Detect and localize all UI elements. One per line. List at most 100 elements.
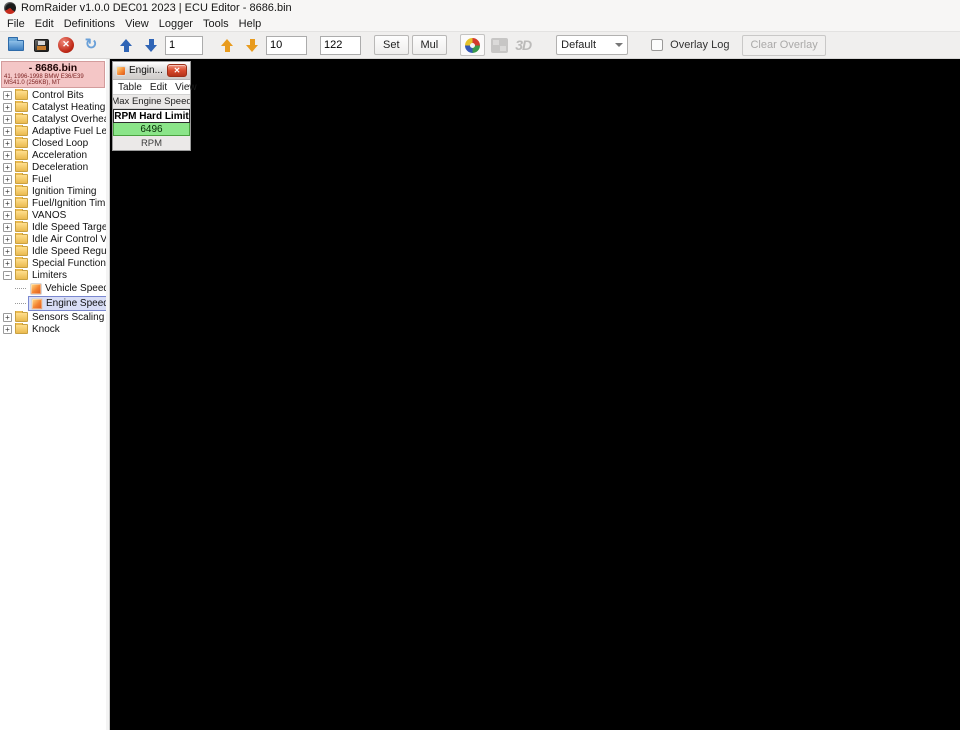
tree-item-idle-speed-target[interactable]: + Idle Speed Target: [0, 221, 106, 233]
tree-item-knock[interactable]: + Knock: [0, 323, 106, 335]
folder-icon: [15, 257, 28, 268]
tree-item-deceleration[interactable]: + Deceleration: [0, 161, 106, 173]
save-disk-icon: [33, 38, 49, 52]
tree-item-vanos[interactable]: + VANOS: [0, 209, 106, 221]
menu-definitions[interactable]: Definitions: [59, 18, 120, 30]
table-unit-label: RPM: [113, 136, 190, 150]
coarse-increment-input[interactable]: [165, 35, 203, 55]
tree-connector-line: [15, 303, 26, 304]
expand-plus-icon[interactable]: +: [3, 138, 12, 148]
expand-plus-icon[interactable]: +: [3, 324, 12, 334]
tree-item-engine-speed-limiter[interactable]: Engine Speed Limi: [0, 296, 106, 311]
folder-icon: [15, 137, 28, 148]
tree-item-idle-speed-regulation[interactable]: + Idle Speed Regulation: [0, 245, 106, 257]
tree-item-catalyst-heating[interactable]: + Catalyst Heating: [0, 101, 106, 113]
expand-plus-icon[interactable]: +: [3, 258, 12, 268]
orange-up-arrow-icon: [220, 37, 235, 53]
expand-plus-icon[interactable]: +: [3, 162, 12, 172]
table-value-cell[interactable]: 6496: [113, 123, 190, 136]
tree-item-fuel-ignition-timing[interactable]: + Fuel/Ignition Timing - A: [0, 197, 106, 209]
expand-plus-icon[interactable]: +: [3, 90, 12, 100]
table-window-engine-speed[interactable]: Engin... ✕ Table Edit View Max Engine Sp…: [112, 61, 197, 151]
mdi-desktop: Engin... ✕ Table Edit View Max Engine Sp…: [110, 59, 960, 730]
table-menu-edit[interactable]: Edit: [146, 82, 171, 93]
menu-view[interactable]: View: [120, 18, 154, 30]
decrement-coarse-button[interactable]: [140, 35, 162, 56]
tree-item-label: Closed Loop: [32, 137, 89, 149]
menu-edit[interactable]: Edit: [30, 18, 59, 30]
expand-plus-icon[interactable]: +: [3, 246, 12, 256]
table-window-close-button[interactable]: ✕: [167, 64, 187, 77]
refresh-icon: ↻: [84, 36, 98, 53]
color-scale-button[interactable]: [460, 34, 486, 56]
menu-file[interactable]: File: [2, 18, 30, 30]
refresh-button[interactable]: ↻: [80, 35, 102, 56]
tree-item-control-bits[interactable]: + Control Bits: [0, 89, 106, 101]
clear-overlay-button: Clear Overlay: [742, 34, 826, 56]
expand-plus-icon[interactable]: +: [3, 234, 12, 244]
increment-coarse-button[interactable]: [115, 35, 137, 56]
tree-item-sensors-scaling[interactable]: + Sensors Scaling: [0, 311, 106, 323]
rom-filename: - 8686.bin: [28, 62, 78, 74]
set-button[interactable]: Set: [374, 35, 409, 55]
expand-plus-icon[interactable]: +: [3, 150, 12, 160]
folder-icon: [15, 221, 28, 232]
increment-fine-button[interactable]: [216, 35, 238, 56]
expand-plus-icon[interactable]: +: [3, 102, 12, 112]
orange-down-arrow-icon: [245, 37, 260, 53]
menu-logger[interactable]: Logger: [154, 18, 198, 30]
table-menu-table[interactable]: Table: [114, 82, 146, 93]
tree-item-limiters[interactable]: − Limiters: [0, 269, 106, 281]
romraider-window: RomRaider v1.0.0 DEC01 2023 | ECU Editor…: [0, 0, 960, 730]
blue-up-arrow-icon: [119, 37, 134, 53]
tree-item-label: VANOS: [32, 209, 67, 221]
expand-plus-icon[interactable]: +: [3, 174, 12, 184]
chevron-down-icon: [615, 43, 624, 47]
scale-dropdown[interactable]: Default: [556, 35, 629, 55]
open-rom-button[interactable]: [5, 35, 27, 56]
decrement-fine-button[interactable]: [241, 35, 263, 56]
expand-plus-icon[interactable]: +: [3, 114, 12, 124]
set-value-input[interactable]: [320, 35, 361, 55]
expand-plus-icon[interactable]: +: [3, 126, 12, 136]
tree-item-idle-air-control-valve[interactable]: + Idle Air Control Valve: [0, 233, 106, 245]
fine-increment-input[interactable]: [266, 35, 307, 55]
expand-plus-icon[interactable]: +: [3, 210, 12, 220]
tree-connector-line: [15, 288, 26, 289]
tree-leaf-wrap: Vehicle Speed Lim: [28, 281, 106, 296]
overlay-image-icon: [490, 37, 508, 53]
tree-item-catalyst-overheating[interactable]: + Catalyst Overheating P: [0, 113, 106, 125]
tree-root-node[interactable]: - 8686.bin 41, 1996-1998 BMW E36/E39 MS4…: [1, 61, 105, 88]
tree-item-acceleration[interactable]: + Acceleration: [0, 149, 106, 161]
tree-item-label: Vehicle Speed Lim: [45, 283, 106, 294]
mul-button[interactable]: Mul: [411, 35, 448, 55]
tree-item-closed-loop[interactable]: + Closed Loop: [0, 137, 106, 149]
folder-icon: [15, 173, 28, 184]
rom-description-line2: MS41.0 (256KB), MT: [4, 80, 61, 86]
overlay-log-checkbox[interactable]: [651, 39, 664, 51]
tree-item-vehicle-speed-limiter[interactable]: Vehicle Speed Lim: [0, 281, 106, 296]
menu-help[interactable]: Help: [234, 18, 267, 30]
close-rom-button[interactable]: ✕: [55, 35, 77, 56]
table-menu-view[interactable]: View: [171, 82, 201, 93]
tree-item-fuel[interactable]: + Fuel: [0, 173, 106, 185]
menu-bar: File Edit Definitions View Logger Tools …: [0, 16, 960, 31]
expand-plus-icon[interactable]: +: [3, 198, 12, 208]
table-window-titlebar[interactable]: Engin... ✕: [113, 62, 190, 80]
menu-tools[interactable]: Tools: [198, 18, 234, 30]
folder-icon: [15, 323, 28, 334]
folder-icon: [15, 101, 28, 112]
save-rom-button[interactable]: [30, 35, 52, 56]
tree-item-label: Special Functions/Thre: [32, 257, 106, 269]
tree-item-label: Idle Speed Target: [32, 221, 106, 233]
tree-item-special-functions[interactable]: + Special Functions/Thre: [0, 257, 106, 269]
tree-item-adaptive-fuel-learning[interactable]: + Adaptive Fuel Learning: [0, 125, 106, 137]
tree-item-ignition-timing[interactable]: + Ignition Timing: [0, 185, 106, 197]
expand-plus-icon[interactable]: +: [3, 186, 12, 196]
tree-item-label: Control Bits: [32, 89, 84, 101]
expand-plus-icon[interactable]: +: [3, 222, 12, 232]
collapse-minus-icon[interactable]: −: [3, 270, 12, 280]
expand-plus-icon[interactable]: +: [3, 312, 12, 322]
title-bar: RomRaider v1.0.0 DEC01 2023 | ECU Editor…: [0, 0, 960, 16]
tree-item-label: Idle Air Control Valve: [32, 233, 106, 245]
